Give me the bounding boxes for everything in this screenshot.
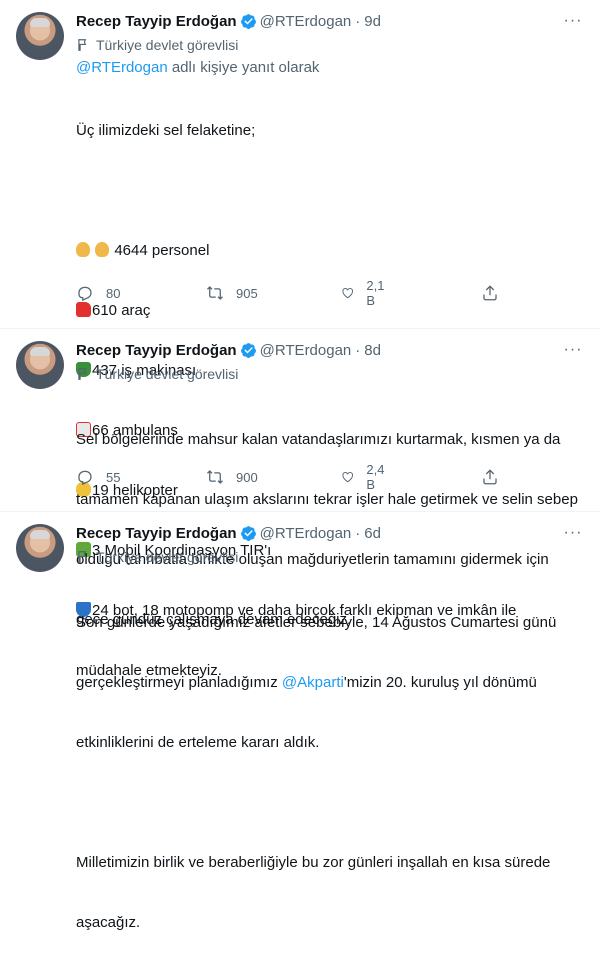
text-line: gerçekleştirmeyi planladığımız @Akparti'… (76, 673, 584, 693)
account-label: Türkiye devlet görevlisi (96, 549, 239, 565)
account-label: Türkiye devlet görevlisi (96, 366, 239, 382)
text-line: aşacağız. (76, 914, 141, 931)
text-line: Son günlerde yaşadığımız afetler sebebiy… (76, 614, 557, 631)
separator: · (355, 341, 361, 359)
text-line: Milletimizin birlik ve beraberliğiyle bu… (76, 854, 551, 871)
more-icon[interactable]: ··· (562, 339, 584, 361)
author-name[interactable]: Recep Tayyip Erdoğan (76, 342, 237, 359)
tweet[interactable]: Recep Tayyip Erdoğan @RTErdogan · 8d ···… (0, 329, 600, 628)
text-segment: gerçekleştirmeyi planladığımız (76, 674, 282, 691)
like-button[interactable]: 2,1 B (341, 278, 389, 308)
flag-icon (78, 551, 87, 563)
reply-to-text: adlı kişiye yanıt olarak (167, 59, 320, 76)
share-icon (483, 469, 497, 485)
separator: · (355, 12, 361, 30)
woman-worker-icon (76, 242, 90, 257)
tweet[interactable]: Recep Tayyip Erdoğan @RTErdogan · 9d ···… (0, 0, 600, 679)
account-label: Türkiye devlet görevlisi (96, 37, 239, 53)
like-button[interactable]: 2,4 B (341, 462, 389, 492)
retweet-icon (207, 286, 223, 300)
tweet[interactable]: Recep Tayyip Erdoğan @RTErdogan · 6d ···… (0, 512, 600, 931)
flag-icon (78, 368, 87, 380)
text-line: 4644 personel (76, 241, 584, 261)
more-icon[interactable]: ··· (562, 10, 584, 32)
reply-button[interactable]: 55 (76, 467, 120, 487)
text-segment: 'mizin 20. kuruluş yıl dönümü (343, 674, 537, 691)
flag-icon (78, 39, 87, 51)
retweet-count: 900 (236, 469, 258, 485)
text-line: tamamen kapanan ulaşım akslarını tekrar … (76, 491, 578, 508)
retweet-button[interactable]: 900 (206, 467, 258, 487)
reply-icon (78, 470, 92, 486)
share-button[interactable] (481, 283, 499, 303)
reply-count: 55 (106, 469, 121, 485)
avatar[interactable] (16, 12, 64, 60)
text-line: Sel bölgelerinde mahsur kalan vatandaşla… (76, 431, 561, 448)
mention-link[interactable]: @Akparti (282, 674, 344, 691)
verified-badge-icon (240, 13, 256, 29)
retweet-button[interactable]: 905 (206, 283, 258, 303)
text-line: 610 araç (76, 301, 584, 321)
like-count: 2,4 B (366, 462, 385, 492)
author-name[interactable]: Recep Tayyip Erdoğan (76, 13, 237, 30)
reply-button[interactable]: 80 (76, 283, 120, 303)
reply-context: @RTErdogan adlı kişiye yanıt olarak (76, 59, 584, 79)
timestamp[interactable]: 6d (364, 525, 381, 542)
author-handle[interactable]: @RTErdogan (260, 525, 352, 542)
share-button[interactable] (481, 467, 499, 487)
verified-badge-icon (240, 525, 256, 541)
share-icon (483, 285, 497, 301)
author-handle[interactable]: @RTErdogan (260, 13, 352, 30)
avatar[interactable] (16, 524, 64, 572)
avatar[interactable] (16, 341, 64, 389)
vehicle-count: 610 araç (92, 302, 151, 319)
personnel-count: 4644 personel (114, 242, 210, 259)
author-handle[interactable]: @RTErdogan (260, 342, 352, 359)
reply-to-link[interactable]: @RTErdogan (76, 59, 168, 76)
retweet-count: 905 (236, 285, 258, 301)
man-worker-icon (95, 242, 110, 257)
text-line: etkinliklerini de erteleme kararı aldık. (76, 734, 320, 751)
retweet-icon (207, 470, 223, 484)
timestamp[interactable]: 8d (364, 342, 381, 359)
tweet-text: Son günlerde yaşadığımız afetler sebebiy… (76, 573, 584, 973)
verified-badge-icon (240, 342, 256, 358)
like-count: 2,1 B (366, 278, 385, 308)
like-icon (342, 472, 353, 483)
like-icon (342, 288, 353, 299)
timestamp[interactable]: 9d (364, 13, 381, 30)
reply-icon (78, 286, 92, 302)
text-line: Üç ilimizdeki sel felaketine; (76, 122, 256, 139)
pickup-truck-icon (76, 302, 91, 317)
more-icon[interactable]: ··· (562, 522, 584, 544)
reply-count: 80 (106, 285, 121, 301)
separator: · (355, 524, 361, 542)
author-name[interactable]: Recep Tayyip Erdoğan (76, 525, 237, 542)
